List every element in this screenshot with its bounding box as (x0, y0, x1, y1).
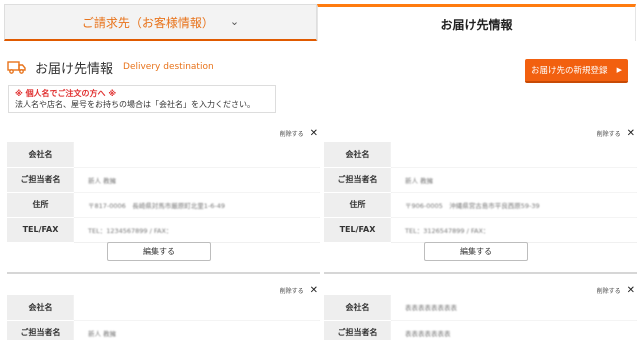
company-value: 表表表表表表表表 (391, 295, 637, 321)
tab-delivery[interactable]: お届け先情報 (317, 4, 636, 41)
truck-icon (7, 60, 26, 74)
delete-button[interactable]: 削除する ✕ (279, 284, 318, 296)
delete-label: 削除する (596, 288, 621, 295)
address-value: 〒906-0005 沖縄県宮古島市平良西原59-39 (391, 192, 637, 218)
section-header: お届け先情報 Delivery destination (7, 58, 214, 77)
delete-button[interactable]: 削除する ✕ (596, 127, 635, 139)
company-value (74, 295, 320, 321)
table-row: 会社名 表表表表表表表表 (324, 295, 637, 321)
add-delivery-address-label: お届け先の新規登録 (531, 66, 608, 76)
delete-label: 削除する (279, 288, 304, 295)
divider (7, 272, 320, 274)
contact-label: ご担当者名 (324, 320, 391, 340)
divider (324, 272, 637, 274)
delete-button[interactable]: 削除する ✕ (596, 284, 635, 296)
table-row: 会社名 (7, 295, 320, 321)
address-table: 会社名 ご担当者名 新人 教擁 住所 〒906-0005 沖縄県宮古島市平良西原… (324, 142, 637, 243)
close-icon: ✕ (626, 127, 635, 139)
address-label: 住所 (7, 192, 74, 218)
edit-label: 編集する (460, 247, 492, 256)
company-value (74, 142, 320, 168)
tab-bar: ご請求先（お客様情報） ⌄ お届け先情報 (4, 4, 636, 41)
telfax-value: TEL：3126547899 / FAX： (391, 217, 637, 243)
telfax-label: TEL/FAX (324, 217, 391, 243)
contact-value: 新人 教擁 (74, 320, 320, 340)
notice-title: ※ 個人名でご注文の方へ ※ (15, 89, 117, 98)
table-row: ご担当者名 新人 教擁 (324, 167, 637, 193)
company-label: 会社名 (7, 142, 74, 168)
edit-button[interactable]: 編集する (107, 242, 211, 261)
table-row: ご担当者名 表表表表表表表 (324, 320, 637, 340)
contact-value: 表表表表表表表 (391, 320, 637, 340)
add-delivery-address-button[interactable]: お届け先の新規登録 ▶ (525, 59, 628, 83)
table-row: TEL/FAX TEL：3126547899 / FAX： (324, 217, 637, 243)
company-label: 会社名 (7, 295, 74, 321)
company-label: 会社名 (324, 142, 391, 168)
contact-value: 新人 教擁 (391, 167, 637, 193)
tab-billing-label: ご請求先（お客様情報） (81, 15, 214, 30)
address-table: 会社名 表表表表表表表表 ご担当者名 表表表表表表表 (324, 295, 637, 340)
table-row: 会社名 (324, 142, 637, 168)
contact-label: ご担当者名 (7, 167, 74, 193)
table-row: 住所 〒906-0005 沖縄県宮古島市平良西原59-39 (324, 192, 637, 218)
chevron-down-icon: ⌄ (229, 14, 240, 28)
company-value (391, 142, 637, 168)
address-card: 削除する ✕ 会社名 ご担当者名 新人 教擁 住所 〒817-0006 長崎県対… (7, 122, 320, 272)
page-title: お届け先情報 (35, 61, 114, 77)
chevron-right-icon: ▶ (616, 66, 622, 74)
contact-value: 新人 教擁 (74, 167, 320, 193)
telfax-value: TEL：1234567899 / FAX： (74, 217, 320, 243)
page-subtitle: Delivery destination (123, 62, 214, 72)
address-value: 〒817-0006 長崎県対馬市厳原町北里1-6-49 (74, 192, 320, 218)
address-table: 会社名 ご担当者名 新人 教擁 (7, 295, 320, 340)
edit-button[interactable]: 編集する (424, 242, 528, 261)
table-row: TEL/FAX TEL：1234567899 / FAX： (7, 217, 320, 243)
delete-button[interactable]: 削除する ✕ (279, 127, 318, 139)
notice-body: 法人名や店名、屋号をお持ちの場合は「会社名」を入力ください。 (15, 100, 255, 109)
telfax-label: TEL/FAX (7, 217, 74, 243)
tab-billing[interactable]: ご請求先（お客様情報） ⌄ (4, 4, 317, 41)
company-label: 会社名 (324, 295, 391, 321)
notice-box: ※ 個人名でご注文の方へ ※ 法人名や店名、屋号をお持ちの場合は「会社名」を入力… (8, 85, 276, 113)
tab-delivery-label: お届け先情報 (440, 17, 513, 32)
address-card: 削除する ✕ 会社名 表表表表表表表表 ご担当者名 表表表表表表表 (324, 272, 637, 340)
delete-label: 削除する (596, 131, 621, 138)
close-icon: ✕ (309, 284, 318, 296)
table-row: 会社名 (7, 142, 320, 168)
table-row: ご担当者名 新人 教擁 (7, 167, 320, 193)
close-icon: ✕ (626, 284, 635, 296)
address-label: 住所 (324, 192, 391, 218)
address-card: 削除する ✕ 会社名 ご担当者名 新人 教擁 住所 〒906-0005 沖縄県宮… (324, 122, 637, 272)
table-row: ご担当者名 新人 教擁 (7, 320, 320, 340)
delete-label: 削除する (279, 131, 304, 138)
contact-label: ご担当者名 (324, 167, 391, 193)
contact-label: ご担当者名 (7, 320, 74, 340)
close-icon: ✕ (309, 127, 318, 139)
edit-label: 編集する (143, 247, 175, 256)
address-card: 削除する ✕ 会社名 ご担当者名 新人 教擁 (7, 272, 320, 340)
address-table: 会社名 ご担当者名 新人 教擁 住所 〒817-0006 長崎県対馬市厳原町北里… (7, 142, 320, 243)
table-row: 住所 〒817-0006 長崎県対馬市厳原町北里1-6-49 (7, 192, 320, 218)
